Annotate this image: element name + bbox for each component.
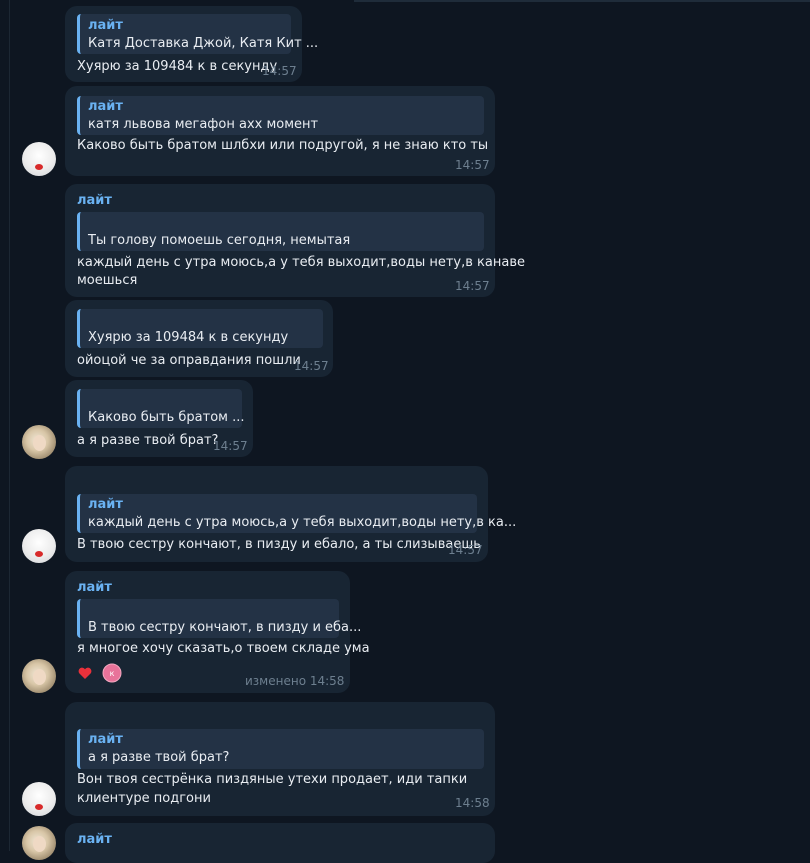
reply-quote-text: Катя Доставка Джой, Катя Кит ...	[88, 36, 319, 51]
reply-quote-author: лайт	[88, 497, 123, 512]
reply-quote-text: каждый день с утра моюсь,а у тебя выходи…	[88, 515, 517, 530]
message-time-value: 14:58	[309, 674, 345, 688]
message-time: 14:58	[455, 796, 490, 810]
avatar[interactable]	[22, 529, 56, 563]
reply-quote[interactable]: лайт а я разве твой брат?	[77, 729, 484, 769]
message-time: 14:57	[213, 439, 248, 453]
message-text: Вон твоя сестрёнка пиздяные утехи продае…	[77, 772, 468, 787]
message-time: 14:57	[262, 64, 297, 78]
avatar-mouth	[35, 551, 43, 557]
message-time: 14:57	[455, 279, 490, 293]
avatar-mouth	[35, 164, 43, 170]
chat-left-border	[9, 0, 10, 851]
message-bubble[interactable]: лайт каждый день с утра моюсь,а у тебя в…	[65, 466, 516, 562]
message-text: ойоцой че за оправдания пошли	[77, 353, 301, 368]
reply-quote-text: Хуярю за 109484 к в секунду	[88, 330, 289, 345]
message-time: 14:57	[294, 359, 329, 373]
previous-message-edge	[354, 0, 810, 2]
reply-quote-text: катя львова мегафон ахх момент	[88, 117, 319, 132]
message-text: моешься	[77, 273, 138, 288]
reply-quote[interactable]: лайт Катя Доставка Джой, Катя Кит ...	[77, 14, 318, 54]
sender-name[interactable]: лайт	[77, 580, 112, 595]
message-time: 14:57	[448, 543, 483, 557]
reply-quote-text: Каково быть братом ...	[88, 410, 245, 425]
message-text: каждый день с утра моюсь,а у тебя выходи…	[77, 255, 525, 270]
reply-quote-text: а я разве твой брат?	[88, 750, 230, 765]
reply-quote[interactable]: Ты голову помоешь сегодня, немытая	[77, 212, 484, 251]
reply-quote[interactable]: Хуярю за 109484 к в секунду	[77, 309, 323, 348]
edited-label: изменено	[245, 674, 307, 688]
message-bubble[interactable]: Каково быть братом ... а я разве твой бр…	[65, 380, 253, 457]
message-bubble[interactable]: лайт а я разве твой брат? Вон твоя сестр…	[65, 702, 495, 816]
heart-icon[interactable]	[77, 665, 93, 685]
reaction-avatar-letter: к	[110, 669, 115, 678]
reply-quote[interactable]: лайт каждый день с утра моюсь,а у тебя в…	[77, 494, 516, 533]
reply-quote-author: лайт	[88, 732, 123, 747]
avatar[interactable]	[22, 826, 56, 860]
reply-quote-text: Ты голову помоешь сегодня, немытая	[88, 233, 351, 248]
message-bubble[interactable]: лайт Ты голову помоешь сегодня, немытая …	[65, 184, 525, 297]
avatar-face	[33, 435, 46, 451]
avatar[interactable]	[22, 659, 56, 693]
avatar[interactable]	[22, 782, 56, 816]
sender-name[interactable]: лайт	[77, 193, 112, 208]
avatar[interactable]	[22, 425, 56, 459]
message-text: я многое хочу сказать,о твоем складе ума	[77, 641, 370, 656]
reply-quote[interactable]: В твою сестру кончают, в пизду и еба...	[77, 599, 361, 638]
message-bubble[interactable]: лайт катя львова мегафон ахх момент Како…	[65, 86, 495, 176]
reply-quote-author: лайт	[88, 99, 123, 114]
avatar-face	[33, 669, 46, 685]
message-bubble[interactable]: лайт	[65, 823, 495, 863]
avatar-mouth	[35, 804, 43, 810]
sender-name[interactable]: лайт	[77, 832, 112, 847]
reply-quote[interactable]: Каково быть братом ...	[77, 389, 245, 428]
reaction-avatar-icon[interactable]: к	[102, 663, 122, 687]
message-text: Хуярю за 109484 к в секунду	[77, 59, 278, 74]
message-text: клиентуре подгони	[77, 791, 211, 806]
message-bubble[interactable]: Хуярю за 109484 к в секунду ойоцой че за…	[65, 300, 333, 377]
reactions-bar[interactable]: к	[77, 663, 122, 687]
message-time: изменено 14:58	[245, 674, 344, 688]
message-bubble[interactable]: лайт Катя Доставка Джой, Катя Кит ... Ху…	[65, 6, 318, 82]
message-text: а я разве твой брат?	[77, 433, 219, 448]
message-text: В твою сестру кончают, в пизду и ебало, …	[77, 537, 481, 552]
reply-quote-author: лайт	[88, 18, 123, 33]
reply-quote[interactable]: лайт катя львова мегафон ахх момент	[77, 96, 484, 135]
avatar[interactable]	[22, 142, 56, 176]
reply-quote-text: В твою сестру кончают, в пизду и еба...	[88, 620, 362, 635]
avatar-face	[33, 836, 46, 852]
message-time: 14:57	[455, 158, 490, 172]
message-text: Каково быть братом шлбхи или подругой, я…	[77, 138, 489, 153]
message-bubble[interactable]: лайт В твою сестру кончают, в пизду и еб…	[65, 571, 370, 693]
